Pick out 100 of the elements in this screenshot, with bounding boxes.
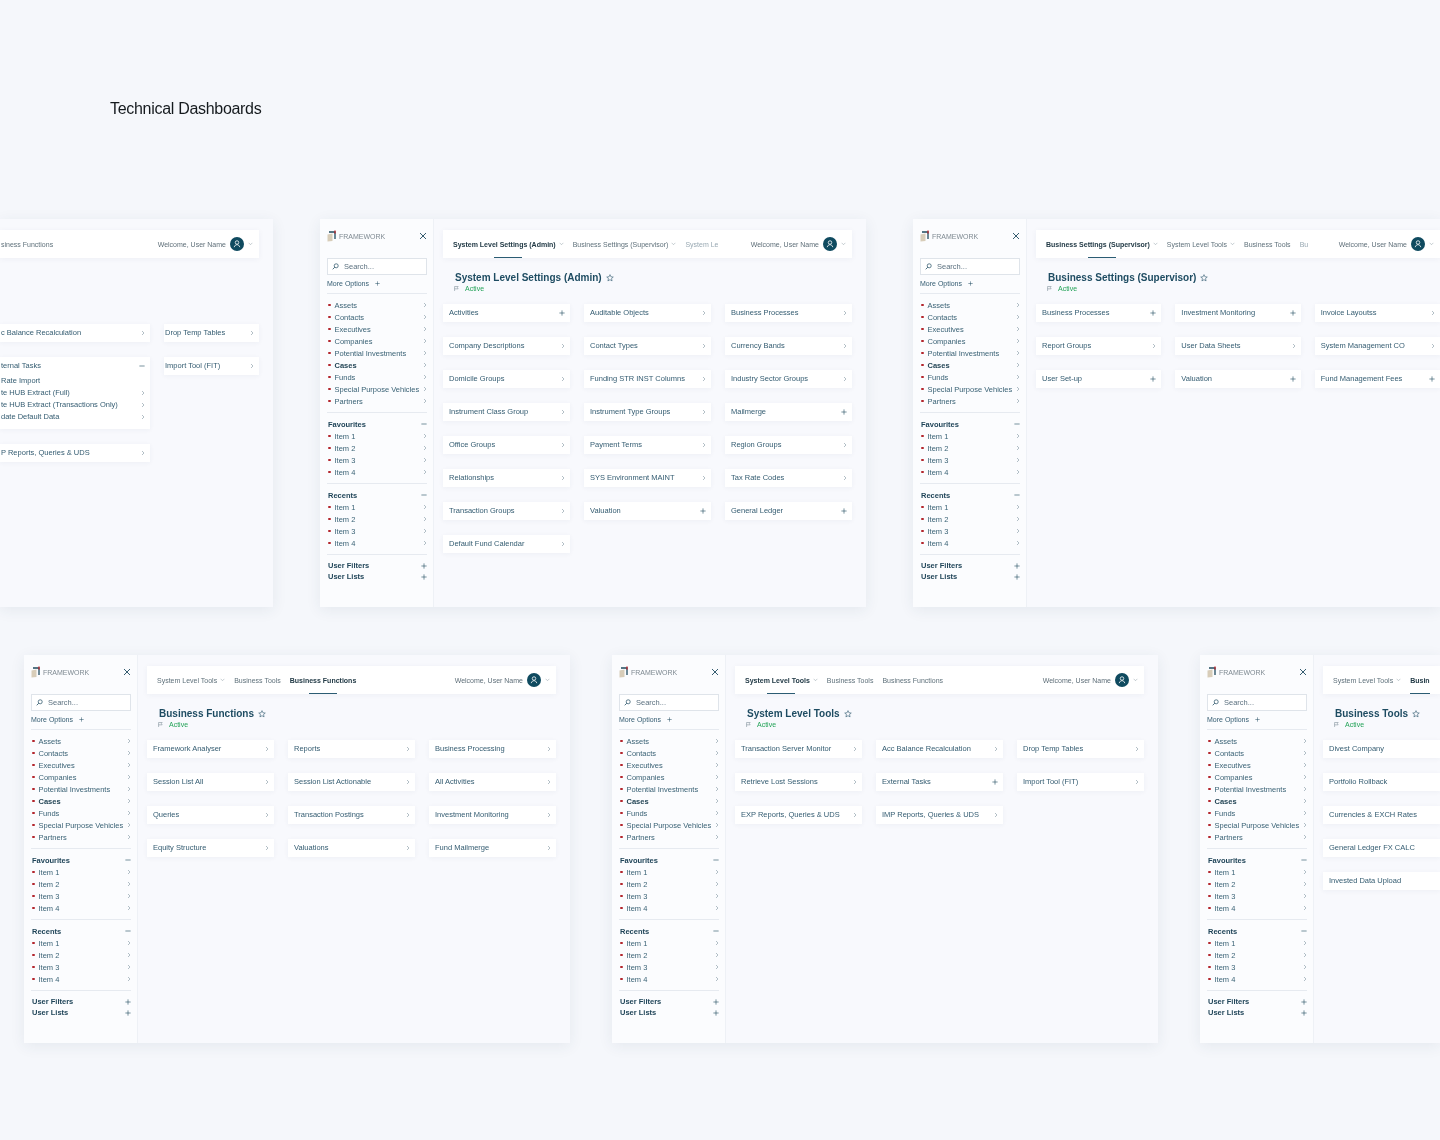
bullet-icon <box>1208 775 1211 779</box>
avatar-icon[interactable] <box>527 673 541 687</box>
close-icon[interactable] <box>123 668 131 676</box>
star-icon[interactable] <box>843 709 852 718</box>
bullet-icon <box>620 811 623 815</box>
search-icon <box>36 699 43 706</box>
bullet-icon <box>32 906 35 910</box>
bullet-icon <box>620 835 623 839</box>
bullet-icon <box>921 470 924 474</box>
bullet-icon <box>32 870 35 874</box>
bullet-icon <box>328 541 331 545</box>
bullet-icon <box>921 446 924 450</box>
bullet-icon <box>1208 835 1211 839</box>
page-title: System Level Settings (Admin) <box>455 272 602 283</box>
bullet-icon <box>328 339 331 343</box>
plus-icon <box>710 998 719 1005</box>
plus-icon <box>697 508 706 514</box>
minus-icon <box>136 363 145 369</box>
bullet-icon <box>328 470 331 474</box>
bullet-icon <box>620 977 623 981</box>
plus-icon <box>76 716 85 722</box>
bullet-icon <box>1208 953 1211 957</box>
bullet-icon <box>620 823 623 827</box>
bullet-icon <box>921 387 924 391</box>
bullet-icon <box>1208 823 1211 827</box>
bullet-icon <box>32 977 35 981</box>
bullet-icon <box>921 529 924 533</box>
bullet-icon <box>32 835 35 839</box>
bullet-icon <box>328 529 331 533</box>
bullet-icon <box>328 303 331 307</box>
plus-icon <box>122 1009 131 1016</box>
bullet-icon <box>1208 811 1211 815</box>
avatar-icon[interactable] <box>1411 237 1425 251</box>
bullet-icon <box>32 799 35 803</box>
bullet-icon <box>921 363 924 367</box>
flag-icon <box>1047 286 1052 291</box>
flag-icon <box>454 286 459 291</box>
logo-icon <box>31 666 41 678</box>
bullet-icon <box>921 434 924 438</box>
bullet-icon <box>328 387 331 391</box>
logo-icon <box>920 230 930 242</box>
plus-icon <box>1011 573 1020 580</box>
bullet-icon <box>1208 763 1211 767</box>
bullet-icon <box>1208 882 1211 886</box>
bullet-icon <box>328 315 331 319</box>
plus-icon <box>372 280 381 286</box>
avatar-icon[interactable] <box>1115 673 1129 687</box>
plus-icon <box>838 409 847 415</box>
plus-icon <box>418 562 427 569</box>
logo-icon <box>327 230 337 242</box>
bullet-icon <box>921 505 924 509</box>
bullet-icon <box>620 953 623 957</box>
bullet-icon <box>620 775 623 779</box>
bullet-icon <box>1208 751 1211 755</box>
plus-icon <box>710 1009 719 1016</box>
bullet-icon <box>620 906 623 910</box>
star-icon[interactable] <box>1412 709 1421 718</box>
bullet-icon <box>32 787 35 791</box>
plus-icon <box>965 280 974 286</box>
bullet-icon <box>620 799 623 803</box>
page-title: Business Settings (Supervisor) <box>1048 272 1197 283</box>
plus-icon <box>989 779 998 785</box>
star-icon[interactable] <box>605 273 614 282</box>
plus-icon <box>838 508 847 514</box>
avatar-icon[interactable] <box>823 237 837 251</box>
bullet-icon <box>1208 799 1211 803</box>
bullet-icon <box>328 505 331 509</box>
page-title: System Level Tools <box>747 708 840 719</box>
close-icon[interactable] <box>419 232 427 240</box>
bullet-icon <box>921 303 924 307</box>
plus-icon <box>556 310 565 316</box>
bullet-icon <box>921 517 924 521</box>
bullet-icon <box>328 434 331 438</box>
flag-icon <box>158 722 163 727</box>
bullet-icon <box>328 351 331 355</box>
bullet-icon <box>328 458 331 462</box>
logo-icon <box>619 666 629 678</box>
bullet-icon <box>32 882 35 886</box>
star-icon[interactable] <box>1200 273 1209 282</box>
avatar-icon[interactable] <box>230 237 244 251</box>
close-icon[interactable] <box>711 668 719 676</box>
bullet-icon <box>328 399 331 403</box>
bullet-icon <box>620 763 623 767</box>
bullet-icon <box>328 446 331 450</box>
bullet-icon <box>620 751 623 755</box>
bullet-icon <box>1208 787 1211 791</box>
plus-icon <box>1147 310 1157 316</box>
star-icon[interactable] <box>258 709 266 718</box>
bullet-icon <box>32 739 35 743</box>
bullet-icon <box>32 751 35 755</box>
bullet-icon <box>1208 977 1211 981</box>
bullet-icon <box>921 327 924 331</box>
bullet-icon <box>32 953 35 957</box>
plus-icon <box>1426 376 1435 382</box>
close-icon[interactable] <box>1299 668 1307 676</box>
bullet-icon <box>620 787 623 791</box>
page-heading: Technical Dashboards <box>109 99 263 118</box>
plus-icon <box>1147 376 1157 382</box>
close-icon[interactable] <box>1012 232 1020 240</box>
plus-icon <box>664 716 673 722</box>
